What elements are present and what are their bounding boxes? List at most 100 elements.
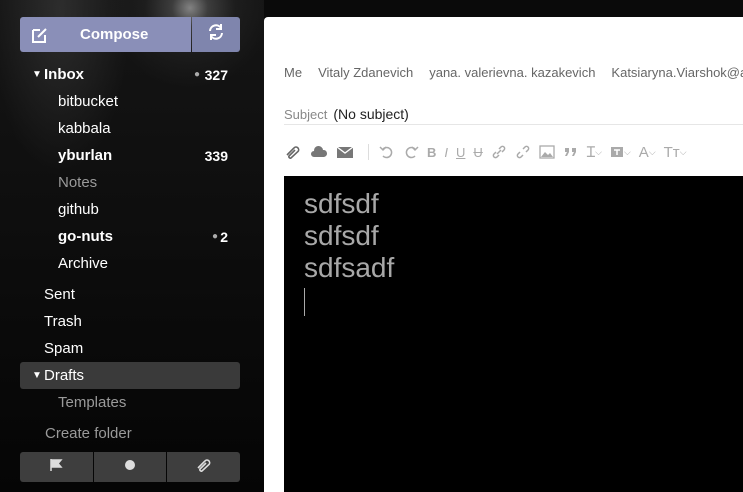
bold-icon[interactable]: B [427, 145, 436, 160]
image-icon [539, 145, 555, 159]
unread-filter-button[interactable] [93, 452, 167, 482]
folder-count: 339 [204, 147, 228, 164]
text-box-icon [610, 147, 623, 157]
body-line: sdfsadf [304, 252, 395, 283]
font-size-icon: Tт [663, 143, 680, 161]
cloud-icon [311, 145, 328, 157]
folder-label: Create folder [45, 425, 132, 442]
italic-icon[interactable]: I [444, 145, 448, 160]
folder-label: Spam [44, 340, 84, 357]
attachment-filter-button[interactable] [167, 452, 241, 482]
font-color-icon: A [638, 143, 649, 161]
attach-mail-button[interactable] [336, 145, 354, 159]
message-body-editor[interactable]: sdfsdf sdfsdf sdfsadf [284, 176, 743, 492]
folder-bitbucket[interactable]: bitbucket [20, 88, 240, 115]
paperclip-icon [286, 146, 300, 159]
recipient-chip[interactable]: Katsiaryna.Viarshok@a [611, 65, 743, 80]
folder-label: yburlan [58, 147, 113, 164]
folder-notes[interactable]: Notes [20, 169, 240, 196]
folder-label: Sent [44, 286, 75, 303]
folder-label: Archive [58, 255, 109, 272]
folder-yburlan[interactable]: yburlan 339 [20, 142, 240, 169]
folder-label: bitbucket [58, 93, 119, 110]
folder-trash[interactable]: Trash [20, 308, 240, 335]
unread-dot-icon: ● [193, 69, 200, 80]
body-line: sdfsdf [304, 188, 379, 219]
insert-image-button[interactable] [539, 145, 555, 159]
folder-drafts[interactable]: ▼ Drafts [20, 362, 240, 389]
recipient-chip[interactable]: Me [284, 65, 302, 80]
recipient-chip[interactable]: Vitaly Zdanevich [318, 65, 413, 80]
folder-github[interactable]: github [20, 196, 240, 223]
underline-icon[interactable]: U [456, 145, 465, 160]
unlink-icon [516, 145, 530, 159]
compose-pane: Me Vitaly Zdanevich yana. valerievna. ka… [264, 17, 743, 492]
expand-arrow-icon[interactable]: ▼ [32, 69, 42, 80]
folder-count: 2 [220, 228, 228, 245]
flag-icon [49, 458, 63, 477]
chevron-down-icon: ⌵ [595, 146, 602, 157]
folder-label: kabbala [58, 120, 111, 137]
redo-button[interactable] [403, 145, 419, 159]
format-toolbar: B I U U Ɪ ⌵ ⌵ A ⌵ Tт ⌵ [284, 141, 695, 163]
compose-button[interactable]: Compose [20, 17, 191, 52]
text-cursor-icon: Ɪ [586, 144, 596, 161]
folder-spam[interactable]: Spam [20, 335, 240, 362]
create-folder-link[interactable]: Create folder [20, 420, 240, 447]
unlink-button[interactable] [515, 144, 531, 160]
undo-icon [379, 146, 393, 159]
recipient-chip[interactable]: yana. valerievna. kazakevich [429, 65, 595, 80]
folder-label: go-nuts [58, 228, 113, 245]
compose-row: Compose [20, 17, 240, 52]
font-color-dropdown[interactable]: A ⌵ [639, 144, 656, 161]
quote-button[interactable] [563, 145, 579, 159]
attachment-icon [195, 458, 213, 477]
redo-icon [405, 146, 419, 159]
folder-label: Drafts [44, 367, 85, 384]
text-align-dropdown[interactable]: Ɪ ⌵ [587, 142, 602, 162]
folder-label: Trash [44, 313, 82, 330]
text-caret [304, 288, 305, 316]
link-icon [492, 145, 506, 159]
folder-label: github [58, 201, 99, 218]
folder-kabbala[interactable]: kabbala [20, 115, 240, 142]
refresh-icon [207, 23, 225, 46]
folder-templates[interactable]: Templates [20, 389, 240, 416]
link-button[interactable] [491, 144, 507, 160]
edit-icon [20, 26, 60, 44]
subject-row: Subject (No subject) [284, 103, 743, 125]
font-size-dropdown[interactable]: Tт ⌵ [664, 144, 687, 161]
chevron-down-icon: ⌵ [623, 146, 631, 157]
folder-label: Notes [58, 174, 98, 191]
text-style-dropdown[interactable]: ⌵ [610, 145, 631, 159]
sidebar: Compose ▼ Inbox ● 327 bitbucket kabbala … [0, 0, 264, 492]
compose-label: Compose [80, 26, 149, 43]
body-line: sdfsdf [304, 220, 379, 251]
strikethrough-icon[interactable]: U [473, 145, 482, 160]
undo-button[interactable] [379, 145, 395, 159]
folder-label: Inbox [44, 66, 84, 83]
envelope-icon [336, 146, 354, 158]
subject-divider [284, 124, 743, 125]
expand-arrow-icon[interactable]: ▼ [32, 370, 42, 381]
folder-go-nuts[interactable]: go-nuts ● 2 [20, 223, 240, 250]
dot-icon [124, 458, 136, 476]
sidebar-bottom-bar [20, 452, 241, 482]
attach-file-button[interactable] [284, 144, 302, 160]
attach-cloud-button[interactable] [310, 145, 328, 159]
subject-label: Subject [284, 106, 328, 122]
chevron-down-icon: ⌵ [648, 146, 656, 157]
folder-archive[interactable]: Archive [20, 250, 240, 277]
subject-input[interactable]: (No subject) [333, 106, 408, 122]
folder-sent[interactable]: Sent [20, 281, 240, 308]
folder-count: 327 [204, 66, 228, 83]
flag-filter-button[interactable] [20, 452, 93, 482]
chevron-down-icon: ⌵ [679, 146, 687, 157]
recipient-list: Me Vitaly Zdanevich yana. valerievna. ka… [284, 65, 743, 80]
refresh-button[interactable] [192, 17, 240, 52]
unread-dot-icon: ● [211, 231, 218, 242]
folder-label: Templates [58, 394, 127, 411]
quote-icon [564, 148, 576, 156]
folder-inbox[interactable]: ▼ Inbox ● 327 [20, 61, 240, 88]
toolbar-separator [368, 144, 369, 160]
